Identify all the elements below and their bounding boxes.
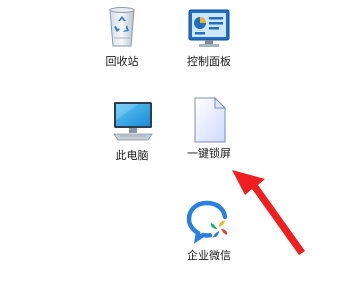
arrow-shape (232, 170, 305, 255)
annotation-arrow (232, 170, 305, 255)
desktop: 回收站 控制面板 此电脑 一键锁屏 企业微信 (0, 0, 363, 281)
